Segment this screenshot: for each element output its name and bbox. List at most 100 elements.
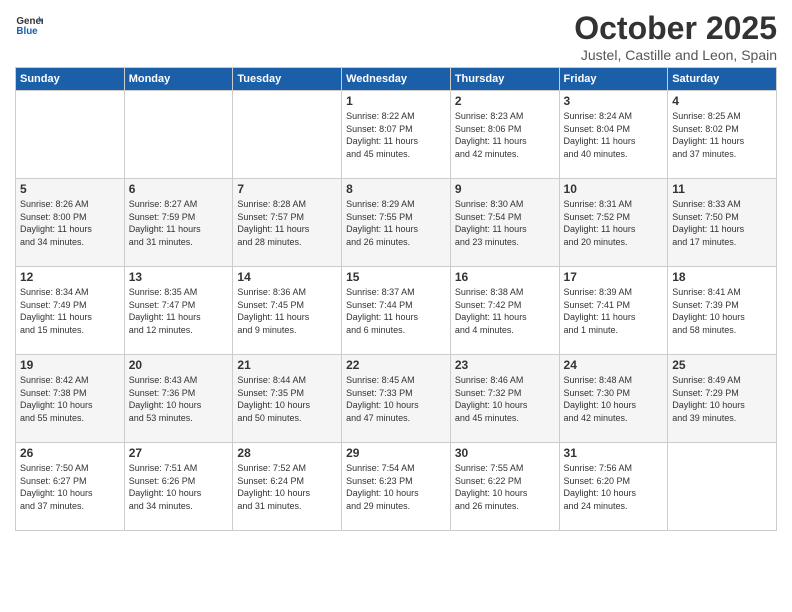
- day-number: 2: [455, 94, 555, 108]
- day-cell-31: 31 Sunrise: 7:56 AM Sunset: 6:20 PM Dayli…: [559, 443, 668, 531]
- day-number: 20: [129, 358, 229, 372]
- week-row-5: 26Sunrise: 7:50 AM Sunset: 6:27 PM Dayli…: [16, 443, 777, 531]
- day-cell-11: 11 Sunrise: 8:33 AM Sunset: 7:50 PM Dayli…: [668, 179, 777, 267]
- day-cell-30: 30 Sunrise: 7:55 AM Sunset: 6:22 PM Dayli…: [450, 443, 559, 531]
- weekday-saturday: Saturday: [668, 68, 777, 91]
- day-number: 22: [346, 358, 446, 372]
- empty-cell: [233, 91, 342, 179]
- day-number: 6: [129, 182, 229, 196]
- day-cell-29: 29 Sunrise: 7:54 AM Sunset: 6:23 PM Dayli…: [342, 443, 451, 531]
- day-number: 13: [129, 270, 229, 284]
- day-number: 23: [455, 358, 555, 372]
- day-info: Sunrise: 8:39 AM Sunset: 7:41 PM Dayligh…: [564, 286, 664, 336]
- day-cell-7: 7 Sunrise: 8:28 AM Sunset: 7:57 PM Daylig…: [233, 179, 342, 267]
- day-cell-6: 6 Sunrise: 8:27 AM Sunset: 7:59 PM Daylig…: [124, 179, 233, 267]
- day-info: Sunrise: 7:51 AM Sunset: 6:26 PM Dayligh…: [129, 462, 229, 512]
- month-title: October 2025: [574, 10, 777, 47]
- day-number: 7: [237, 182, 337, 196]
- day-cell-19: 19Sunrise: 8:42 AM Sunset: 7:38 PM Dayli…: [16, 355, 125, 443]
- day-number: 30: [455, 446, 555, 460]
- day-info: Sunrise: 8:35 AM Sunset: 7:47 PM Dayligh…: [129, 286, 229, 336]
- day-info: Sunrise: 7:52 AM Sunset: 6:24 PM Dayligh…: [237, 462, 337, 512]
- day-cell-14: 14Sunrise: 8:36 AM Sunset: 7:45 PM Dayli…: [233, 267, 342, 355]
- day-cell-17: 17 Sunrise: 8:39 AM Sunset: 7:41 PM Dayli…: [559, 267, 668, 355]
- day-cell-28: 28Sunrise: 7:52 AM Sunset: 6:24 PM Dayli…: [233, 443, 342, 531]
- day-cell-27: 27 Sunrise: 7:51 AM Sunset: 6:26 PM Dayli…: [124, 443, 233, 531]
- day-number: 21: [237, 358, 337, 372]
- day-info: Sunrise: 8:26 AM Sunset: 8:00 PM Dayligh…: [20, 198, 120, 248]
- day-info: Sunrise: 8:28 AM Sunset: 7:57 PM Dayligh…: [237, 198, 337, 248]
- day-cell-18: 18 Sunrise: 8:41 AM Sunset: 7:39 PM Dayli…: [668, 267, 777, 355]
- day-info: Sunrise: 8:34 AM Sunset: 7:49 PM Dayligh…: [20, 286, 120, 336]
- day-number: 17: [564, 270, 664, 284]
- empty-cell: [16, 91, 125, 179]
- day-cell-24: 24 Sunrise: 8:48 AM Sunset: 7:30 PM Dayli…: [559, 355, 668, 443]
- day-cell-16: 16Sunrise: 8:38 AM Sunset: 7:42 PM Dayli…: [450, 267, 559, 355]
- day-info: Sunrise: 8:29 AM Sunset: 7:55 PM Dayligh…: [346, 198, 446, 248]
- day-number: 9: [455, 182, 555, 196]
- day-info: Sunrise: 8:24 AM Sunset: 8:04 PM Dayligh…: [564, 110, 664, 160]
- day-info: Sunrise: 8:41 AM Sunset: 7:39 PM Dayligh…: [672, 286, 772, 336]
- calendar: SundayMondayTuesdayWednesdayThursdayFrid…: [15, 67, 777, 531]
- day-cell-21: 21 Sunrise: 8:44 AM Sunset: 7:35 PM Dayli…: [233, 355, 342, 443]
- day-info: Sunrise: 8:30 AM Sunset: 7:54 PM Dayligh…: [455, 198, 555, 248]
- weekday-header-row: SundayMondayTuesdayWednesdayThursdayFrid…: [16, 68, 777, 91]
- day-info: Sunrise: 8:45 AM Sunset: 7:33 PM Dayligh…: [346, 374, 446, 424]
- weekday-wednesday: Wednesday: [342, 68, 451, 91]
- logo-icon: General Blue: [15, 10, 43, 38]
- day-number: 11: [672, 182, 772, 196]
- day-cell-22: 22 Sunrise: 8:45 AM Sunset: 7:33 PM Dayli…: [342, 355, 451, 443]
- day-info: Sunrise: 8:37 AM Sunset: 7:44 PM Dayligh…: [346, 286, 446, 336]
- week-row-1: 1Sunrise: 8:22 AM Sunset: 8:07 PM Daylig…: [16, 91, 777, 179]
- location-title: Justel, Castille and Leon, Spain: [574, 47, 777, 63]
- day-number: 24: [564, 358, 664, 372]
- weekday-friday: Friday: [559, 68, 668, 91]
- day-number: 25: [672, 358, 772, 372]
- day-number: 29: [346, 446, 446, 460]
- day-info: Sunrise: 8:49 AM Sunset: 7:29 PM Dayligh…: [672, 374, 772, 424]
- day-number: 1: [346, 94, 446, 108]
- day-info: Sunrise: 8:44 AM Sunset: 7:35 PM Dayligh…: [237, 374, 337, 424]
- page-container: General Blue October 2025 Justel, Castil…: [0, 0, 792, 541]
- day-cell-25: 25 Sunrise: 8:49 AM Sunset: 7:29 PM Dayli…: [668, 355, 777, 443]
- empty-cell: [124, 91, 233, 179]
- day-cell-20: 20Sunrise: 8:43 AM Sunset: 7:36 PM Dayli…: [124, 355, 233, 443]
- svg-text:Blue: Blue: [16, 26, 38, 37]
- day-number: 12: [20, 270, 120, 284]
- weekday-sunday: Sunday: [16, 68, 125, 91]
- day-info: Sunrise: 8:46 AM Sunset: 7:32 PM Dayligh…: [455, 374, 555, 424]
- day-number: 27: [129, 446, 229, 460]
- title-block: October 2025 Justel, Castille and Leon, …: [574, 10, 777, 63]
- day-cell-5: 5 Sunrise: 8:26 AM Sunset: 8:00 PM Daylig…: [16, 179, 125, 267]
- day-cell-13: 13 Sunrise: 8:35 AM Sunset: 7:47 PM Dayli…: [124, 267, 233, 355]
- weekday-thursday: Thursday: [450, 68, 559, 91]
- day-cell-9: 9 Sunrise: 8:30 AM Sunset: 7:54 PM Daylig…: [450, 179, 559, 267]
- week-row-3: 12 Sunrise: 8:34 AM Sunset: 7:49 PM Dayli…: [16, 267, 777, 355]
- day-number: 26: [20, 446, 120, 460]
- day-number: 10: [564, 182, 664, 196]
- day-info: Sunrise: 7:55 AM Sunset: 6:22 PM Dayligh…: [455, 462, 555, 512]
- day-info: Sunrise: 8:33 AM Sunset: 7:50 PM Dayligh…: [672, 198, 772, 248]
- day-cell-2: 2 Sunrise: 8:23 AM Sunset: 8:06 PM Daylig…: [450, 91, 559, 179]
- weekday-monday: Monday: [124, 68, 233, 91]
- day-number: 18: [672, 270, 772, 284]
- day-cell-12: 12 Sunrise: 8:34 AM Sunset: 7:49 PM Dayli…: [16, 267, 125, 355]
- weekday-tuesday: Tuesday: [233, 68, 342, 91]
- week-row-4: 19Sunrise: 8:42 AM Sunset: 7:38 PM Dayli…: [16, 355, 777, 443]
- day-cell-26: 26Sunrise: 7:50 AM Sunset: 6:27 PM Dayli…: [16, 443, 125, 531]
- day-info: Sunrise: 8:42 AM Sunset: 7:38 PM Dayligh…: [20, 374, 120, 424]
- day-info: Sunrise: 8:48 AM Sunset: 7:30 PM Dayligh…: [564, 374, 664, 424]
- day-info: Sunrise: 8:23 AM Sunset: 8:06 PM Dayligh…: [455, 110, 555, 160]
- day-info: Sunrise: 7:56 AM Sunset: 6:20 PM Dayligh…: [564, 462, 664, 512]
- day-cell-15: 15Sunrise: 8:37 AM Sunset: 7:44 PM Dayli…: [342, 267, 451, 355]
- day-info: Sunrise: 7:54 AM Sunset: 6:23 PM Dayligh…: [346, 462, 446, 512]
- day-cell-23: 23 Sunrise: 8:46 AM Sunset: 7:32 PM Dayli…: [450, 355, 559, 443]
- day-number: 3: [564, 94, 664, 108]
- day-number: 31: [564, 446, 664, 460]
- day-number: 4: [672, 94, 772, 108]
- day-info: Sunrise: 8:31 AM Sunset: 7:52 PM Dayligh…: [564, 198, 664, 248]
- day-info: Sunrise: 8:38 AM Sunset: 7:42 PM Dayligh…: [455, 286, 555, 336]
- logo: General Blue: [15, 10, 43, 38]
- day-info: Sunrise: 8:27 AM Sunset: 7:59 PM Dayligh…: [129, 198, 229, 248]
- day-number: 5: [20, 182, 120, 196]
